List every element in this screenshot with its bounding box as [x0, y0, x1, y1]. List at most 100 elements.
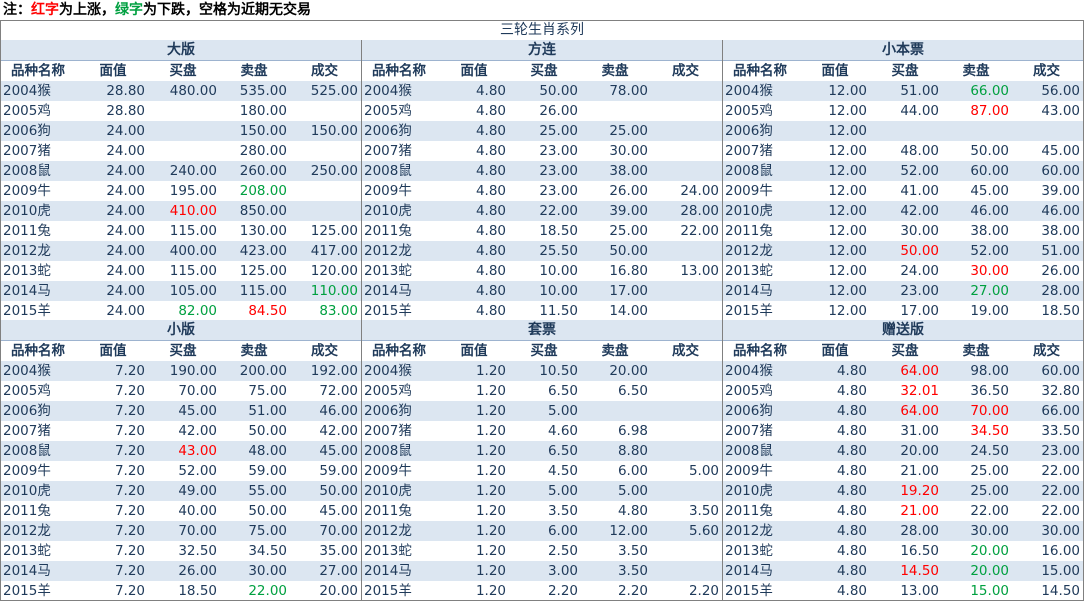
- cell-buy: 26.00: [178, 563, 217, 579]
- cell-sell: 25.00: [609, 223, 648, 239]
- table-row: 2006狗 7.20 45.00 51.00 46.00: [1, 401, 361, 421]
- cell-buy: 2.20: [547, 583, 578, 599]
- cell-buy: 21.00: [900, 503, 939, 519]
- table-row: 2015羊 1.20 2.20 2.20 2.20: [362, 581, 722, 601]
- cell-name: 2006狗: [725, 123, 773, 139]
- cell-sell: 3.50: [617, 543, 648, 559]
- cell-face: 1.20: [475, 583, 506, 599]
- cell-face: 1.20: [475, 403, 506, 419]
- cell-face: 4.80: [475, 163, 506, 179]
- cell-sell: 26.00: [609, 183, 648, 199]
- cell-sell: 850.00: [239, 203, 287, 219]
- cell-sell: 4.80: [617, 503, 648, 519]
- cell-deal: [652, 121, 722, 141]
- cell-buy: 20.00: [900, 443, 939, 459]
- table-row: 2009牛 24.00 195.00 208.00: [1, 181, 361, 201]
- column-header: 卖盘: [240, 63, 268, 79]
- cell-buy: 44.00: [900, 103, 939, 119]
- cell-deal: 28.00: [680, 203, 719, 219]
- table-row: 2006狗 12.00: [723, 121, 1083, 141]
- cell-sell: 150.00: [239, 123, 287, 139]
- column-header: 买盘: [169, 63, 197, 79]
- cell-face: 1.20: [475, 363, 506, 379]
- cell-buy: 4.60: [547, 423, 578, 439]
- cell-deal: 18.50: [1041, 303, 1080, 319]
- cell-deal: [652, 481, 722, 501]
- cell-sell: 50.00: [248, 503, 287, 519]
- cell-buy: 70.00: [178, 383, 217, 399]
- table-row: 2004猴 28.80 480.00 535.00 525.00: [1, 81, 361, 101]
- cell-name: 2007猪: [364, 423, 412, 439]
- cell-name: 2012龙: [3, 523, 51, 539]
- cell-face: 12.00: [828, 103, 867, 119]
- cell-sell: 180.00: [239, 103, 287, 119]
- cell-buy: 30.00: [900, 223, 939, 239]
- cell-buy: 42.00: [900, 203, 939, 219]
- cell-name: 2005鸡: [725, 383, 773, 399]
- cell-name: 2009牛: [725, 463, 773, 479]
- cell-sell: 19.00: [970, 303, 1009, 319]
- cell-deal: 26.00: [1041, 263, 1080, 279]
- cell-face: 4.80: [475, 143, 506, 159]
- cell-name: 2010虎: [725, 483, 773, 499]
- cell-buy: 26.00: [539, 103, 578, 119]
- cell-face: 4.80: [836, 443, 867, 459]
- cell-buy: 41.00: [900, 183, 939, 199]
- cell-sell: 260.00: [239, 163, 287, 179]
- cell-deal: 120.00: [310, 263, 358, 279]
- column-header: 成交: [672, 343, 699, 359]
- cell-face: 12.00: [828, 223, 867, 239]
- column-header: 品种名称: [733, 63, 787, 79]
- table-row: 2015羊 24.00 82.00 84.50 83.00: [1, 301, 361, 321]
- cell-face: 1.20: [475, 423, 506, 439]
- table-row: 2012龙 1.20 6.00 12.00 5.60: [362, 521, 722, 541]
- cell-name: 2011兔: [3, 503, 51, 519]
- table-row: 2008鼠 24.00 240.00 260.00 250.00: [1, 161, 361, 181]
- cell-buy: 400.00: [169, 243, 217, 259]
- table-row: 2010虎 12.00 42.00 46.00 46.00: [723, 201, 1083, 221]
- table-row: 2009牛 7.20 52.00 59.00 59.00: [1, 461, 361, 481]
- column-header: 品种名称: [372, 343, 426, 359]
- cell-sell: 38.00: [609, 163, 648, 179]
- cell-face: 1.20: [475, 543, 506, 559]
- cell-face: 24.00: [106, 283, 145, 299]
- cell-deal: 43.00: [1041, 103, 1080, 119]
- cell-buy: 42.00: [178, 423, 217, 439]
- table-row: 2011兔 4.80 18.50 25.00 22.00: [362, 221, 722, 241]
- cell-name: 2015羊: [725, 583, 773, 599]
- cell-deal: 23.00: [1041, 443, 1080, 459]
- column-header: 卖盘: [962, 343, 990, 359]
- table-row: 2015羊 4.80 13.00 15.00 14.50: [723, 581, 1083, 601]
- cell-sell: 8.80: [617, 443, 648, 459]
- cell-sell: 280.00: [239, 143, 287, 159]
- cell-name: 2004猴: [3, 83, 51, 99]
- cell-name: 2004猴: [3, 363, 51, 379]
- cell-name: 2013蛇: [3, 263, 51, 279]
- table-row: 2005鸡 7.20 70.00 75.00 72.00: [1, 381, 361, 401]
- table-row: 2004猴 12.00 51.00 66.00 56.00: [723, 81, 1083, 101]
- cell-face: 7.20: [114, 563, 145, 579]
- column-header: 面值: [99, 63, 127, 79]
- table-row: 2006狗 4.80 64.00 70.00 66.00: [723, 401, 1083, 421]
- table-row: 2013蛇 12.00 24.00 30.00 26.00: [723, 261, 1083, 281]
- cell-deal: [652, 301, 722, 321]
- cell-buy: 50.00: [900, 243, 939, 259]
- cell-sell: 38.00: [970, 223, 1009, 239]
- cell-face: 1.20: [475, 563, 506, 579]
- cell-face: 7.20: [114, 403, 145, 419]
- cell-sell: 25.00: [970, 463, 1009, 479]
- cell-buy: 4.50: [547, 463, 578, 479]
- cell-deal: 150.00: [310, 123, 358, 139]
- table-row: 2009牛 1.20 4.50 6.00 5.00: [362, 461, 722, 481]
- cell-buy: 13.00: [900, 583, 939, 599]
- cell-sell: [582, 401, 652, 421]
- cell-name: 2005鸡: [3, 383, 51, 399]
- cell-sell: 78.00: [609, 83, 648, 99]
- table-row: 2005鸡 12.00 44.00 87.00 43.00: [723, 101, 1083, 121]
- cell-face: 12.00: [828, 183, 867, 199]
- cell-buy: 23.00: [900, 283, 939, 299]
- table-row: 2010虎 4.80 19.20 25.00 22.00: [723, 481, 1083, 501]
- cell-name: 2015羊: [364, 303, 412, 319]
- cell-sell: [582, 101, 652, 121]
- column-header: 面值: [460, 343, 488, 359]
